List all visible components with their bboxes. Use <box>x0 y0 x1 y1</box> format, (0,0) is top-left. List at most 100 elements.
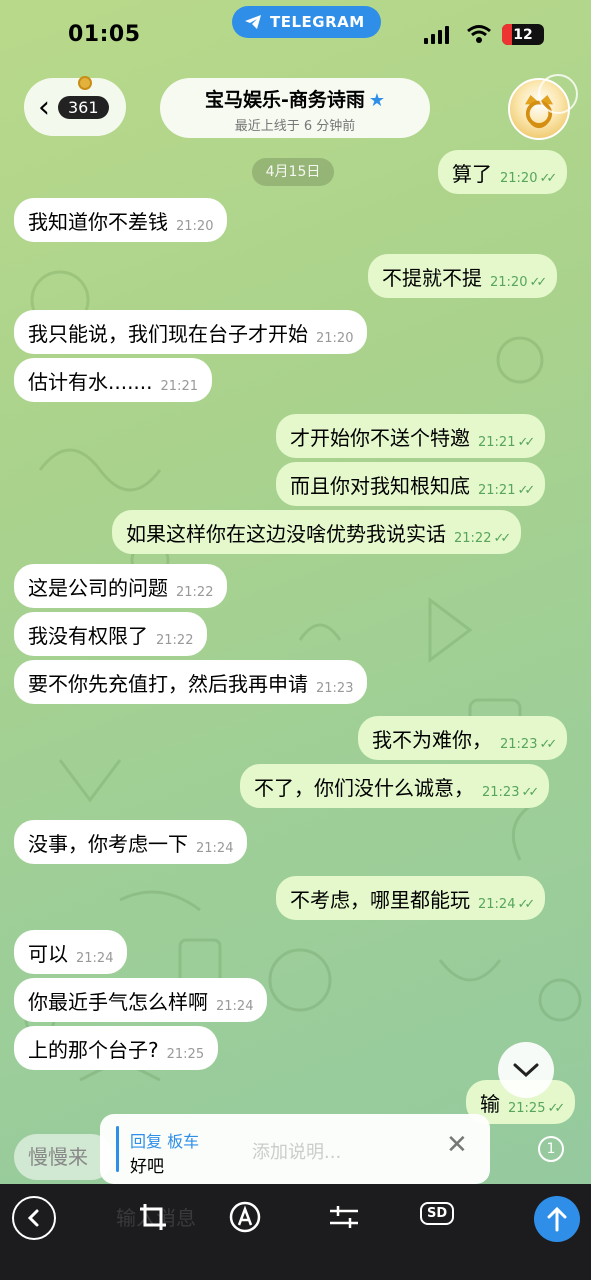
adjust-button[interactable] <box>326 1200 362 1234</box>
outgoing-message[interactable]: 我不为难你， 21:23 ✓✓ <box>358 716 568 760</box>
reply-title: 回复 板车 <box>130 1132 200 1151</box>
medal-icon <box>78 76 92 90</box>
quality-button[interactable]: SD <box>420 1202 455 1225</box>
message-text: 可以 <box>28 941 68 966</box>
chevron-left-icon: ‹ <box>38 89 50 125</box>
chevron-down-icon <box>513 1063 539 1078</box>
incoming-message[interactable]: 你最近手气怎么样啊 21:24 <box>14 978 268 1022</box>
message-text: 不提就不提 <box>382 265 482 290</box>
outgoing-message[interactable]: 如果这样你在这边没啥优势我说实话 21:22 ✓✓ <box>112 510 522 554</box>
outgoing-message[interactable]: 不提就不提 21:20 ✓✓ <box>368 254 558 298</box>
wifi-icon <box>467 25 491 43</box>
message-text: 才开始你不送个特邀 <box>290 425 470 450</box>
back-button[interactable]: ‹ 361 <box>24 78 126 136</box>
message-text: 我知道你不差钱 <box>28 209 168 234</box>
message-text: 我只能说，我们现在台子才开始 <box>28 321 308 346</box>
selection-counter[interactable]: 1 <box>538 1136 564 1162</box>
incoming-message[interactable]: 我没有权限了 21:22 <box>14 612 208 656</box>
read-check-icon: ✓✓ <box>517 482 535 498</box>
message-text: 输 <box>480 1091 500 1116</box>
pen-icon <box>229 1201 261 1233</box>
message-time: 21:23 <box>316 680 354 696</box>
message-time: 21:23 <box>500 736 538 752</box>
message-time: 21:20 <box>490 274 528 290</box>
unread-count-badge: 361 <box>58 95 109 119</box>
message-text: 我不为难你， <box>372 727 492 752</box>
incoming-message[interactable]: 没事，你考虑一下 21:24 <box>14 820 248 864</box>
message-text: 而且你对我知根知底 <box>290 473 470 498</box>
message-time: 21:22 <box>176 584 214 600</box>
message-time: 21:25 <box>508 1100 546 1116</box>
chat-title: 宝马娱乐-商务诗雨 <box>204 89 365 111</box>
close-reply-icon[interactable]: ✕ <box>446 1130 468 1160</box>
media-editor-toolbar: 输入消息 SD <box>0 1184 591 1280</box>
incoming-message[interactable]: 我知道你不差钱 21:20 <box>14 198 228 242</box>
read-check-icon: ✓✓ <box>493 530 511 546</box>
read-check-icon: ✓✓ <box>539 736 557 752</box>
message-time: 21:21 <box>478 482 516 498</box>
sd-quality-badge: SD <box>420 1202 455 1225</box>
outgoing-message[interactable]: 算了 21:20 ✓✓ <box>438 150 568 194</box>
reply-accent-bar <box>116 1126 119 1172</box>
sliders-icon <box>330 1206 358 1228</box>
outgoing-message[interactable]: 不考虑，哪里都能玩 21:24 ✓✓ <box>276 876 546 920</box>
message-time: 21:24 <box>76 950 114 966</box>
message-time: 21:20 <box>176 218 214 234</box>
send-button[interactable] <box>534 1196 580 1242</box>
incoming-message[interactable]: 要不你先充值打，然后我再申请 21:23 <box>14 660 368 704</box>
last-seen-status: 最近上线于 6 分钟前 <box>234 119 356 134</box>
status-time: 01:05 <box>68 22 141 47</box>
message-time: 21:20 <box>316 330 354 346</box>
scroll-down-button[interactable] <box>498 1042 554 1098</box>
status-bar: 01:05 TELEGRAM 12 <box>0 0 591 60</box>
message-text: 这是公司的问题 <box>28 575 168 600</box>
incoming-message[interactable]: 这是公司的问题 21:22 <box>14 564 228 608</box>
battery-icon: 12 <box>502 24 544 45</box>
message-time: 21:24 <box>216 998 254 1014</box>
message-text: 我没有权限了 <box>28 623 148 648</box>
chevron-left-icon <box>27 1209 39 1227</box>
outgoing-message[interactable]: 才开始你不送个特邀 21:21 ✓✓ <box>276 414 546 458</box>
incoming-message[interactable]: 可以 21:24 <box>14 930 128 974</box>
read-check-icon: ✓✓ <box>517 434 535 450</box>
crop-icon <box>140 1204 166 1230</box>
telegram-pill-label: TELEGRAM <box>270 13 365 31</box>
editor-back-button[interactable] <box>12 1196 56 1240</box>
read-check-icon: ✓✓ <box>539 170 557 186</box>
draw-button[interactable] <box>228 1200 262 1234</box>
telegram-plane-icon <box>245 15 261 29</box>
message-text: 你最近手气怎么样啊 <box>28 989 208 1014</box>
reply-panel[interactable]: 回复 板车 好吧 添加说明... ✕ <box>100 1114 490 1184</box>
message-text: 上的那个台子? <box>28 1037 159 1062</box>
arrow-up-icon <box>547 1206 567 1232</box>
crop-button[interactable] <box>136 1200 170 1234</box>
message-text: 要不你先充值打，然后我再申请 <box>28 671 308 696</box>
overlay-ring <box>538 74 578 114</box>
message-time: 21:22 <box>156 632 194 648</box>
message-text: 没事，你考虑一下 <box>28 831 188 856</box>
message-text: 如果这样你在这边没啥优势我说实话 <box>126 521 446 546</box>
read-check-icon: ✓✓ <box>521 784 539 800</box>
chat-header[interactable]: 宝马娱乐-商务诗雨 ★ 最近上线于 6 分钟前 <box>160 78 430 138</box>
message-time: 21:23 <box>482 784 520 800</box>
message-text: 算了 <box>452 161 492 186</box>
read-check-icon: ✓✓ <box>529 274 547 290</box>
outgoing-message[interactable]: 而且你对我知根知底 21:21 ✓✓ <box>276 462 546 506</box>
incoming-message[interactable]: 我只能说，我们现在台子才开始 21:20 <box>14 310 368 354</box>
message-time: 21:25 <box>166 1046 205 1062</box>
outgoing-message[interactable]: 不了，你们没什么诚意， 21:23 ✓✓ <box>240 764 550 808</box>
telegram-pill[interactable]: TELEGRAM <box>232 6 381 38</box>
caption-input[interactable]: 添加说明... <box>252 1138 341 1164</box>
message-time: 21:21 <box>478 434 516 450</box>
message-text: 估计有水....... <box>28 369 153 394</box>
read-check-icon: ✓✓ <box>547 1100 565 1116</box>
incoming-message[interactable]: 估计有水....... 21:21 <box>14 358 212 402</box>
read-check-icon: ✓✓ <box>517 896 535 912</box>
signal-icon <box>424 26 449 44</box>
message-time: 21:22 <box>454 530 492 546</box>
battery-level: 12 <box>513 26 533 43</box>
incoming-message[interactable]: 上的那个台子? 21:25 <box>14 1026 219 1070</box>
star-icon: ★ <box>368 90 386 111</box>
reply-quote-text: 好吧 <box>130 1157 164 1177</box>
message-text: 不了，你们没什么诚意， <box>254 775 474 800</box>
